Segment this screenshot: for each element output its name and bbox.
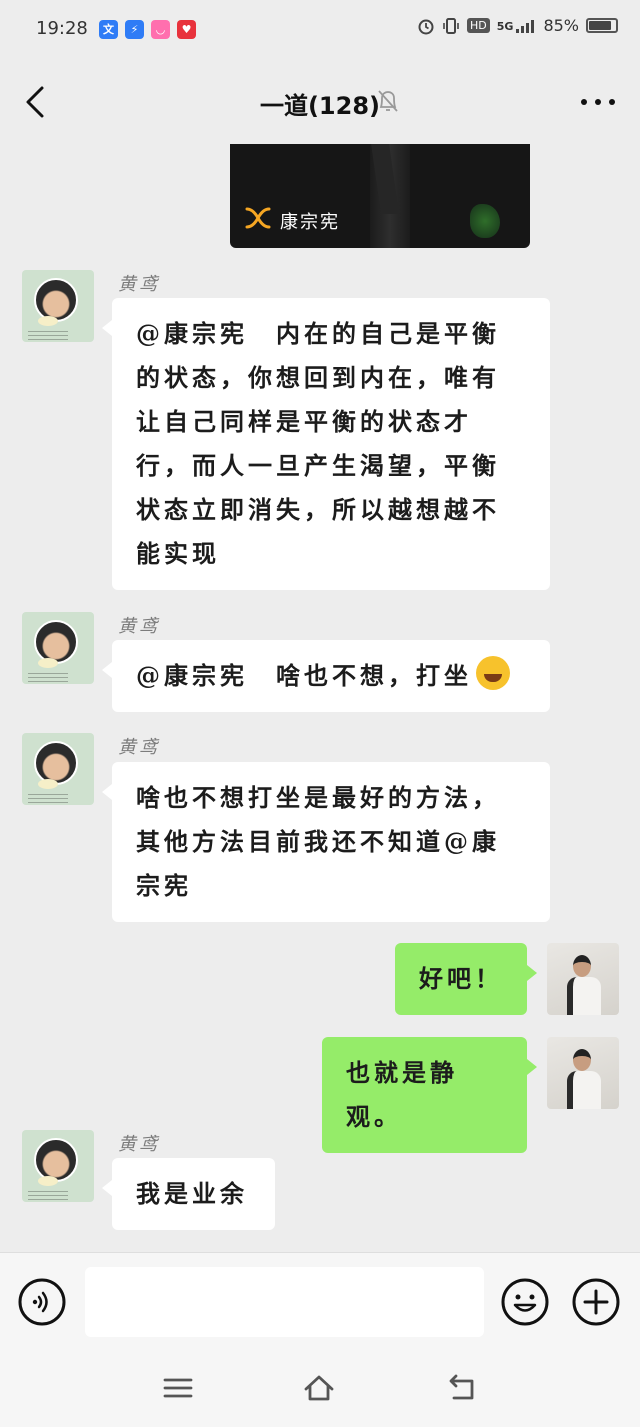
system-navigation-bar (0, 1352, 640, 1427)
notification-icons: 文 ⚡ ◡ ♥ (99, 20, 196, 39)
sender-name: 黄鸢 (118, 274, 160, 295)
status-bar: 19:28 文 ⚡ ◡ ♥ HD 5G 85% (0, 0, 640, 60)
message-bubble[interactable]: @康宗宪 啥也不想，打坐 (102, 640, 550, 712)
avatar[interactable] (22, 612, 94, 684)
pink-app-icon: ◡ (151, 20, 170, 39)
translate-app-icon: 文 (99, 20, 118, 39)
home-icon[interactable] (303, 1372, 335, 1404)
battery-text: 85% (543, 16, 579, 35)
signal-icon (516, 19, 535, 33)
avatar-flower (38, 658, 58, 668)
more-options-button[interactable] (578, 88, 618, 116)
sender-name: 黄鸢 (118, 616, 160, 637)
avatar-flower (38, 1176, 58, 1186)
back-nav-icon[interactable] (446, 1372, 478, 1404)
self-avatar[interactable] (547, 1037, 619, 1109)
chat-header: 一道(128) (0, 60, 640, 144)
lightning-app-icon: ⚡ (125, 20, 144, 39)
sender-name: 黄鸢 (118, 737, 160, 758)
avatar[interactable] (22, 270, 94, 342)
message-bubble[interactable]: @康宗宪 内在的自己是平衡的状态，你想回到内在，唯有让自己同样是平衡的状态才行，… (102, 298, 550, 590)
battery-icon (586, 18, 618, 33)
vibrate-icon (443, 17, 459, 34)
message-bubble[interactable]: 啥也不想打坐是最好的方法，其他方法目前我还不知道@康宗宪 (102, 762, 550, 922)
avatar-photo (34, 620, 78, 664)
status-time: 19:28 (36, 18, 88, 39)
avatar-body (567, 977, 601, 1015)
mute-bell-icon (378, 90, 398, 112)
message-text: @康宗宪 啥也不想，打坐 (136, 661, 472, 690)
message-bubble[interactable]: 我是业余 (102, 1158, 275, 1230)
avatar-caption (28, 1188, 68, 1200)
self-avatar[interactable] (547, 943, 619, 1015)
menu-icon[interactable] (162, 1372, 194, 1404)
avatar-flower (38, 779, 58, 789)
channels-logo-icon (245, 207, 271, 229)
video-share-card[interactable]: 康宗宪 (230, 144, 530, 248)
sender-name: 黄鸢 (118, 1134, 160, 1155)
avatar-head (573, 1049, 591, 1071)
add-attachment-button[interactable] (572, 1278, 620, 1326)
avatar-photo (34, 741, 78, 785)
avatar[interactable] (22, 1130, 94, 1202)
avatar-caption (28, 791, 68, 803)
avatar-photo (34, 278, 78, 322)
avatar-photo (34, 1138, 78, 1182)
message-bubble-outgoing[interactable]: 也就是静观。 (322, 1037, 537, 1153)
voice-input-button[interactable] (18, 1278, 66, 1326)
avatar[interactable] (22, 733, 94, 805)
video-channel-name: 康宗宪 (280, 212, 340, 233)
message-input[interactable] (85, 1267, 484, 1337)
emoji-button[interactable] (501, 1278, 549, 1326)
hd-indicator: HD (467, 18, 490, 33)
video-thumbnail-plant (470, 204, 500, 238)
network-indicator: 5G (497, 19, 537, 33)
chat-title: 一道(128) (259, 92, 381, 120)
composer-bar (0, 1252, 640, 1352)
avatar-body (567, 1071, 601, 1109)
laugh-cry-emoji-icon (476, 656, 510, 690)
avatar-flower (38, 316, 58, 326)
red-app-icon: ♥ (177, 20, 196, 39)
alarm-icon (418, 19, 434, 34)
message-bubble-outgoing[interactable]: 好吧！ (395, 943, 537, 1015)
avatar-caption (28, 670, 68, 682)
status-indicators: HD 5G 85% (417, 16, 618, 35)
avatar-caption (28, 328, 68, 340)
avatar-head (573, 955, 591, 977)
